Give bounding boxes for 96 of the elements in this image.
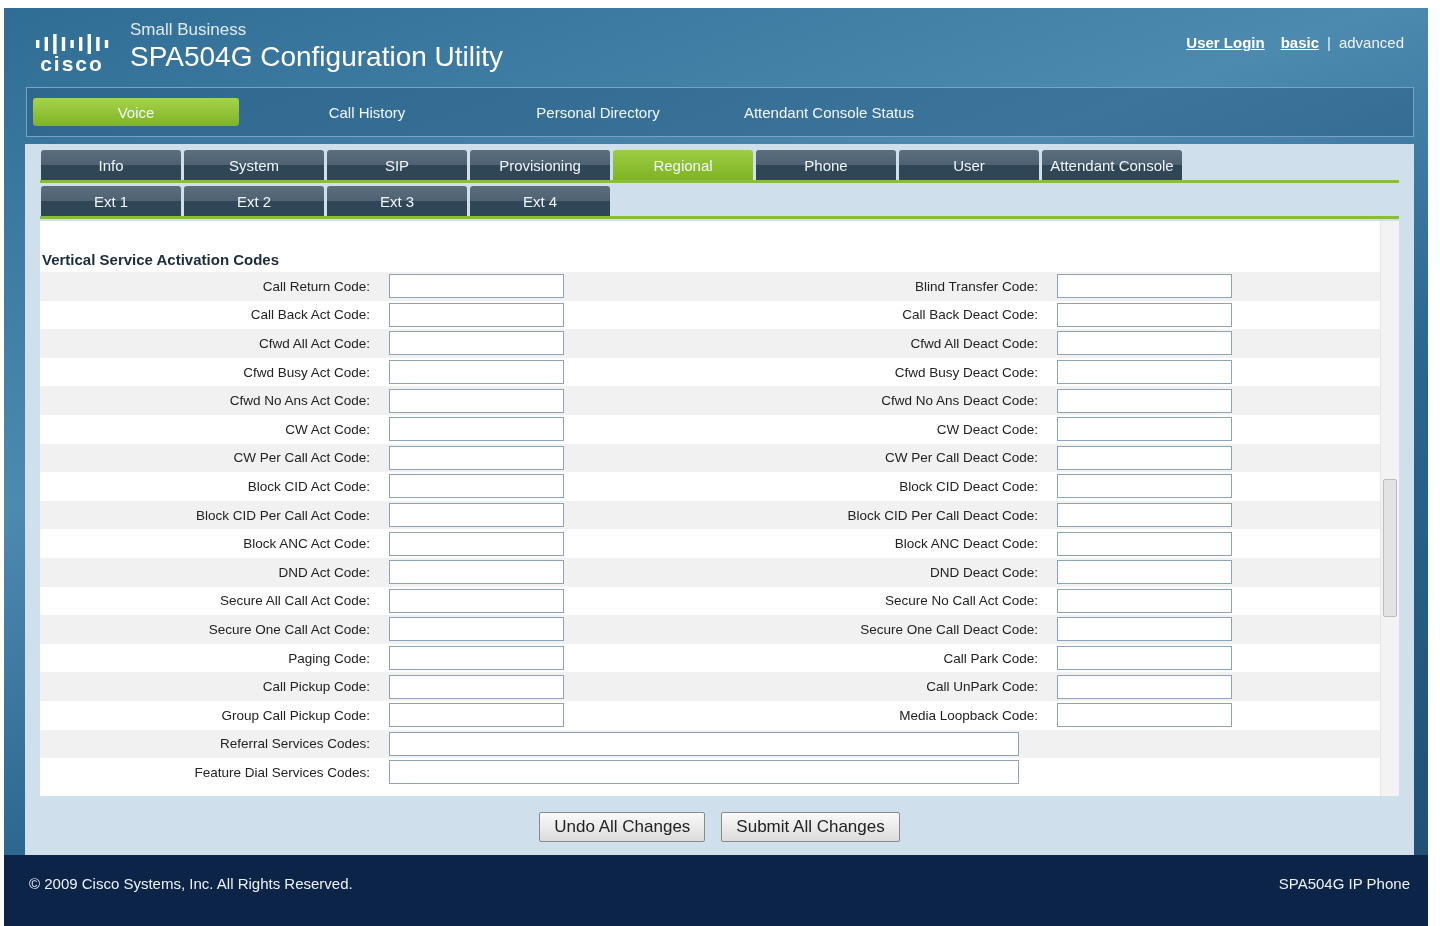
input-field[interactable] bbox=[389, 388, 564, 413]
input-field[interactable] bbox=[1057, 474, 1232, 499]
nav-tab[interactable]: Personal Directory bbox=[495, 98, 701, 126]
field-label: CW Per Call Deact Code: bbox=[883, 450, 1039, 466]
field-label: Block CID Deact Code: bbox=[898, 478, 1039, 494]
nav-tab[interactable]: Attendant Console Status bbox=[726, 98, 932, 126]
field-label: Call Park Code: bbox=[942, 650, 1039, 666]
input-field[interactable] bbox=[1057, 531, 1232, 556]
input-field[interactable] bbox=[389, 360, 564, 385]
input-field[interactable] bbox=[1057, 331, 1232, 356]
field-label: Feature Dial Services Codes: bbox=[193, 764, 371, 780]
input-field[interactable] bbox=[1057, 445, 1232, 470]
header-link[interactable]: User Login bbox=[1186, 34, 1265, 51]
field-label: Referral Services Codes: bbox=[218, 736, 371, 752]
model-name: SPA504G IP Phone bbox=[1278, 875, 1410, 892]
field-label: Block CID Act Code: bbox=[246, 478, 371, 494]
tagline: Small Business bbox=[130, 20, 248, 40]
input-field[interactable] bbox=[389, 331, 564, 356]
tab[interactable]: User bbox=[899, 150, 1039, 180]
field-label: CW Act Code: bbox=[284, 421, 371, 437]
field-label: Block ANC Act Code: bbox=[242, 536, 371, 552]
tab[interactable]: Attendant Console bbox=[1042, 150, 1182, 180]
field-label: Cfwd Busy Act Code: bbox=[242, 364, 371, 380]
logo-text: cisco bbox=[40, 54, 104, 74]
field-label: Call Back Act Code: bbox=[249, 307, 371, 323]
tab[interactable]: Phone bbox=[756, 150, 896, 180]
app-title: SPA504G Configuration Utility bbox=[130, 41, 503, 73]
separator: | bbox=[1327, 34, 1331, 51]
field-label: DND Deact Code: bbox=[928, 564, 1039, 580]
scrollbar[interactable] bbox=[1380, 221, 1399, 796]
field-label: Block ANC Deact Code: bbox=[893, 536, 1039, 552]
input-field[interactable] bbox=[1057, 388, 1232, 413]
field-label: Secure One Call Deact Code: bbox=[859, 621, 1039, 637]
tab[interactable]: SIP bbox=[327, 150, 467, 180]
input-field[interactable] bbox=[1057, 360, 1232, 385]
field-label: Cfwd All Act Code: bbox=[257, 336, 371, 351]
input-field[interactable] bbox=[389, 731, 1019, 756]
undo-button[interactable]: Undo All Changes bbox=[539, 812, 706, 842]
input-field[interactable] bbox=[389, 445, 564, 470]
input-field[interactable] bbox=[1057, 503, 1232, 528]
sub-tab[interactable]: Ext 3 bbox=[327, 186, 467, 216]
submit-button[interactable]: Submit All Changes bbox=[721, 812, 900, 842]
field-label: Secure No Call Act Code: bbox=[883, 593, 1039, 609]
field-label: Cfwd All Deact Code: bbox=[909, 336, 1039, 351]
input-field[interactable] bbox=[1057, 646, 1232, 670]
input-field[interactable] bbox=[389, 503, 564, 528]
header-link[interactable]: advanced bbox=[1338, 34, 1404, 51]
input-field[interactable] bbox=[1057, 588, 1232, 613]
input-field[interactable] bbox=[389, 760, 1019, 785]
input-field[interactable] bbox=[389, 703, 564, 728]
section-title: Vertical Service Activation Codes bbox=[41, 251, 281, 270]
copyright-text: © 2009 Cisco Systems, Inc. All Rights Reserved. bbox=[29, 875, 353, 892]
input-field[interactable] bbox=[389, 274, 564, 299]
field-label: Block CID Per Call Deact Code: bbox=[846, 507, 1039, 523]
tab[interactable]: Provisioning bbox=[470, 150, 610, 180]
tab[interactable]: Info bbox=[41, 150, 181, 180]
input-field[interactable] bbox=[389, 617, 564, 642]
input-field[interactable] bbox=[1057, 703, 1232, 728]
field-label: Cfwd No Ans Act Code: bbox=[228, 393, 371, 409]
field-label: Secure All Call Act Code: bbox=[218, 593, 371, 609]
sub-tab[interactable]: Ext 4 bbox=[470, 186, 610, 216]
field-label: Paging Code: bbox=[287, 650, 371, 666]
field-label: CW Deact Code: bbox=[935, 421, 1039, 437]
field-label: DND Act Code: bbox=[277, 564, 371, 580]
field-label: Call Back Deact Code: bbox=[901, 307, 1039, 323]
header-link[interactable]: basic bbox=[1280, 34, 1320, 51]
input-field[interactable] bbox=[389, 588, 564, 613]
input-field[interactable] bbox=[389, 531, 564, 556]
input-field[interactable] bbox=[389, 560, 564, 585]
tab[interactable]: System bbox=[184, 150, 324, 180]
input-field[interactable] bbox=[389, 474, 564, 499]
sub-tab[interactable]: Ext 2 bbox=[184, 186, 324, 216]
input-field[interactable] bbox=[1057, 617, 1232, 642]
scrollbar-thumb[interactable] bbox=[1383, 479, 1397, 617]
input-field[interactable] bbox=[1057, 302, 1232, 327]
nav-tab[interactable]: Call History bbox=[264, 98, 470, 126]
input-field[interactable] bbox=[389, 302, 564, 327]
input-field[interactable] bbox=[389, 674, 564, 699]
input-field[interactable] bbox=[1057, 274, 1232, 299]
field-label: Media Loopback Code: bbox=[898, 707, 1039, 723]
sub-tab[interactable]: Ext 1 bbox=[41, 186, 181, 216]
input-field[interactable] bbox=[389, 646, 564, 670]
field-label: Secure One Call Act Code: bbox=[207, 621, 371, 637]
input-field[interactable] bbox=[1057, 560, 1232, 585]
input-field[interactable] bbox=[1057, 674, 1232, 699]
field-label: Call Return Code: bbox=[261, 278, 371, 294]
field-label: CW Per Call Act Code: bbox=[232, 450, 371, 466]
input-field[interactable] bbox=[1057, 417, 1232, 442]
field-label: Block CID Per Call Act Code: bbox=[194, 507, 371, 523]
field-label: Blind Transfer Code: bbox=[913, 278, 1039, 294]
field-label: Group Call Pickup Code: bbox=[220, 707, 371, 723]
field-label: Cfwd No Ans Deact Code: bbox=[880, 393, 1039, 409]
field-label: Cfwd Busy Deact Code: bbox=[893, 364, 1039, 380]
field-label: Call Pickup Code: bbox=[261, 679, 371, 695]
field-label: Call UnPark Code: bbox=[925, 679, 1039, 695]
input-field[interactable] bbox=[389, 417, 564, 442]
